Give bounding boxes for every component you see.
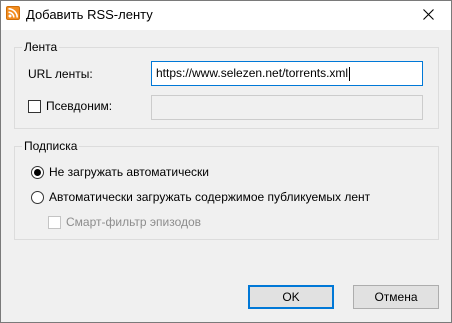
- rss-feed-icon: [6, 6, 20, 20]
- subscription-group-legend: Подписка: [22, 139, 80, 153]
- alias-input: [151, 95, 423, 120]
- close-button[interactable]: [405, 1, 451, 30]
- url-input[interactable]: https://www.selezen.net/torrents.xml: [151, 61, 423, 86]
- close-icon: [422, 8, 434, 23]
- smart-filter-checkbox: [48, 216, 61, 229]
- ok-button-label: OK: [282, 290, 300, 304]
- radio-no-auto-download[interactable]: [31, 166, 44, 179]
- url-label: URL ленты:: [28, 67, 93, 81]
- radio-auto-download[interactable]: [31, 191, 44, 204]
- alias-checkbox[interactable]: [28, 100, 41, 113]
- radio-no-auto-download-label[interactable]: Не загружать автоматически: [49, 165, 209, 179]
- smart-filter-label: Смарт-фильтр эпизодов: [66, 215, 202, 229]
- window-title: Добавить RSS-ленту: [26, 7, 153, 22]
- cancel-button[interactable]: Отмена: [353, 285, 439, 309]
- cancel-button-label: Отмена: [374, 290, 418, 304]
- feed-group-legend: Лента: [22, 40, 60, 54]
- radio-auto-download-label[interactable]: Автоматически загружать содержимое публи…: [49, 190, 370, 204]
- text-caret: [349, 66, 351, 81]
- radio-selected-dot: [34, 169, 41, 176]
- add-rss-feed-dialog: Добавить RSS-ленту Лента URL ленты: http…: [0, 0, 452, 323]
- alias-label[interactable]: Псевдоним:: [46, 99, 112, 113]
- ok-button[interactable]: OK: [248, 285, 334, 309]
- url-input-value: https://www.selezen.net/torrents.xml: [156, 66, 349, 80]
- title-bar[interactable]: Добавить RSS-ленту: [1, 1, 451, 30]
